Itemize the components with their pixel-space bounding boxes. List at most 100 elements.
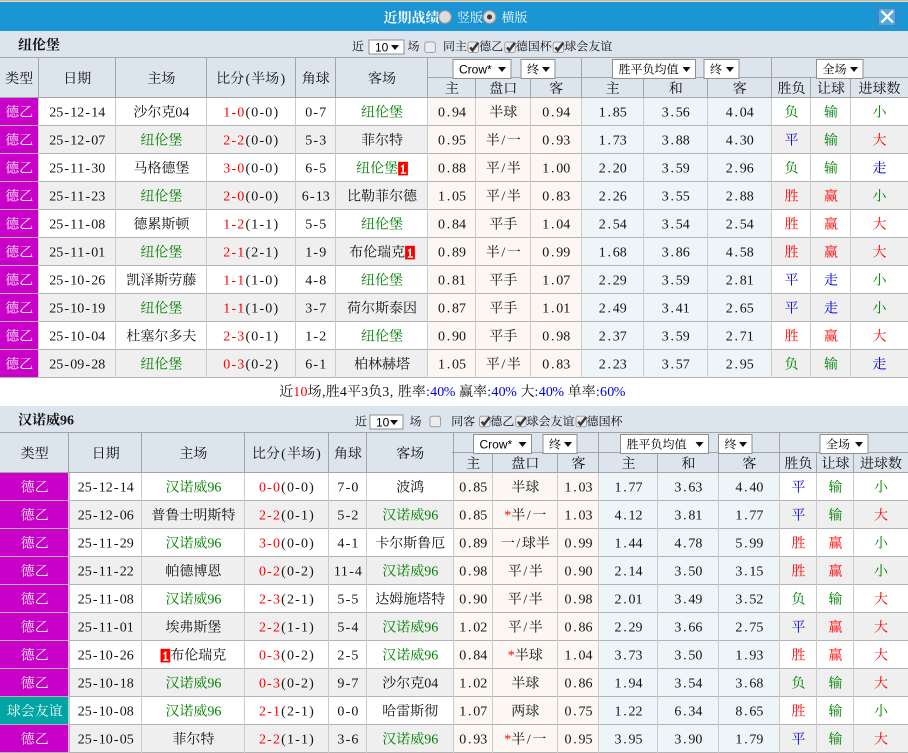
svg-text:/: / bbox=[501, 162, 505, 177]
svg-text:3,: 3, bbox=[382, 385, 393, 400]
svg-text:): ) bbox=[316, 447, 321, 462]
svg-text:1.77: 1.77 bbox=[615, 481, 643, 496]
svg-text:(2-1): (2-1) bbox=[281, 705, 314, 720]
svg-text:2-2: 2-2 bbox=[259, 733, 280, 748]
svg-text:5-5: 5-5 bbox=[305, 218, 326, 233]
svg-text:1.01: 1.01 bbox=[542, 302, 570, 317]
svg-text:4.04: 4.04 bbox=[726, 106, 754, 121]
svg-text:6-5: 6-5 bbox=[305, 162, 326, 177]
svg-text:3.15: 3.15 bbox=[735, 565, 763, 580]
svg-text:1-1: 1-1 bbox=[223, 274, 244, 289]
svg-text:1.04: 1.04 bbox=[565, 649, 593, 664]
svg-text:2.29: 2.29 bbox=[599, 274, 627, 289]
svg-text:25-09-28: 25-09-28 bbox=[49, 358, 105, 373]
svg-text:0.99: 0.99 bbox=[565, 537, 593, 552]
svg-text:0-3: 0-3 bbox=[223, 358, 244, 373]
svg-text:0.98: 0.98 bbox=[459, 565, 487, 580]
svg-text:5-5: 5-5 bbox=[337, 593, 358, 608]
svg-text::40%: :40% bbox=[426, 385, 456, 400]
svg-text:2.01: 2.01 bbox=[615, 593, 643, 608]
svg-text:0.86: 0.86 bbox=[565, 677, 593, 692]
svg-text:0.94: 0.94 bbox=[438, 106, 466, 121]
svg-text:4.30: 4.30 bbox=[726, 134, 754, 149]
svg-text:(0-0): (0-0) bbox=[245, 106, 278, 121]
svg-text:(: ( bbox=[245, 72, 250, 87]
svg-text:25-11-30: 25-11-30 bbox=[49, 162, 105, 177]
svg-text:(1-0): (1-0) bbox=[245, 274, 278, 289]
svg-text:(2-1): (2-1) bbox=[245, 246, 278, 261]
svg-text:0.95: 0.95 bbox=[565, 733, 593, 748]
svg-text:2.23: 2.23 bbox=[599, 358, 627, 373]
svg-text:1-0: 1-0 bbox=[223, 106, 244, 121]
svg-text:3.81: 3.81 bbox=[674, 509, 702, 524]
svg-text:4-1: 4-1 bbox=[337, 537, 358, 552]
svg-text:2-5: 2-5 bbox=[337, 649, 358, 664]
svg-text:(2-1): (2-1) bbox=[281, 593, 314, 608]
svg-text:2.71: 2.71 bbox=[726, 330, 754, 345]
svg-text:2.37: 2.37 bbox=[599, 330, 627, 345]
svg-text:0-3: 0-3 bbox=[259, 677, 280, 692]
svg-text:2-2: 2-2 bbox=[259, 509, 280, 524]
svg-text:96: 96 bbox=[207, 593, 221, 608]
svg-text:6-1: 6-1 bbox=[305, 358, 326, 373]
svg-text:0.98: 0.98 bbox=[542, 330, 570, 345]
svg-text:/: / bbox=[527, 733, 531, 748]
svg-text:2.54: 2.54 bbox=[599, 218, 627, 233]
svg-text:5-2: 5-2 bbox=[337, 509, 358, 524]
svg-text:5-4: 5-4 bbox=[337, 621, 358, 636]
svg-text:96: 96 bbox=[424, 649, 438, 664]
svg-text:4.78: 4.78 bbox=[674, 537, 702, 552]
svg-text:1-2: 1-2 bbox=[305, 330, 326, 345]
svg-text:*: * bbox=[504, 733, 511, 748]
svg-text:3.41: 3.41 bbox=[662, 302, 690, 317]
svg-text:25-10-19: 25-10-19 bbox=[49, 302, 105, 317]
svg-text:1.68: 1.68 bbox=[599, 246, 627, 261]
svg-text:(0-2): (0-2) bbox=[281, 677, 314, 692]
svg-text:0.86: 0.86 bbox=[565, 621, 593, 636]
svg-text:/: / bbox=[516, 537, 520, 552]
svg-text:1.05: 1.05 bbox=[438, 358, 466, 373]
svg-text:(0-2): (0-2) bbox=[245, 358, 278, 373]
svg-text:2.95: 2.95 bbox=[726, 358, 754, 373]
svg-text:0.84: 0.84 bbox=[438, 218, 466, 233]
svg-text:04: 04 bbox=[175, 106, 189, 121]
svg-text:25-10-26: 25-10-26 bbox=[78, 649, 134, 664]
svg-text:4-8: 4-8 bbox=[305, 274, 326, 289]
svg-text:0.75: 0.75 bbox=[565, 705, 593, 720]
svg-text:3-7: 3-7 bbox=[305, 302, 326, 317]
svg-text:3.54: 3.54 bbox=[662, 218, 690, 233]
svg-text:96: 96 bbox=[424, 733, 438, 748]
svg-text:5-3: 5-3 bbox=[305, 134, 326, 149]
svg-text:96: 96 bbox=[424, 621, 438, 636]
svg-text:3-6: 3-6 bbox=[337, 733, 358, 748]
svg-text:1.03: 1.03 bbox=[565, 509, 593, 524]
svg-text:25-10-05: 25-10-05 bbox=[78, 733, 134, 748]
svg-text::40%: :40% bbox=[487, 385, 517, 400]
svg-text:96: 96 bbox=[207, 705, 221, 720]
svg-text:(1-1): (1-1) bbox=[245, 218, 278, 233]
svg-text:3.57: 3.57 bbox=[662, 358, 690, 373]
svg-text:3.52: 3.52 bbox=[735, 593, 763, 608]
svg-text:0.81: 0.81 bbox=[438, 274, 466, 289]
svg-text:3.88: 3.88 bbox=[662, 134, 690, 149]
svg-text:(0-0): (0-0) bbox=[245, 134, 278, 149]
svg-text:2.65: 2.65 bbox=[726, 302, 754, 317]
svg-text:0.84: 0.84 bbox=[459, 649, 487, 664]
svg-text:3.50: 3.50 bbox=[674, 565, 702, 580]
svg-text:6.34: 6.34 bbox=[674, 705, 702, 720]
svg-text:0.99: 0.99 bbox=[542, 246, 570, 261]
svg-text:96: 96 bbox=[60, 414, 74, 429]
svg-text:7-0: 7-0 bbox=[337, 481, 358, 496]
svg-text:2-2: 2-2 bbox=[223, 134, 244, 149]
svg-text:25-12-14: 25-12-14 bbox=[49, 106, 105, 121]
svg-text:2.49: 2.49 bbox=[599, 302, 627, 317]
svg-text:2-1: 2-1 bbox=[259, 705, 280, 720]
svg-text:2.14: 2.14 bbox=[615, 565, 643, 580]
svg-text:3.95: 3.95 bbox=[615, 733, 643, 748]
svg-text:4.58: 4.58 bbox=[726, 246, 754, 261]
svg-text:25-12-07: 25-12-07 bbox=[49, 134, 105, 149]
svg-text:9-7: 9-7 bbox=[337, 677, 358, 692]
svg-text:1.44: 1.44 bbox=[615, 537, 643, 552]
svg-text:3.49: 3.49 bbox=[674, 593, 702, 608]
svg-text:3.59: 3.59 bbox=[662, 274, 690, 289]
